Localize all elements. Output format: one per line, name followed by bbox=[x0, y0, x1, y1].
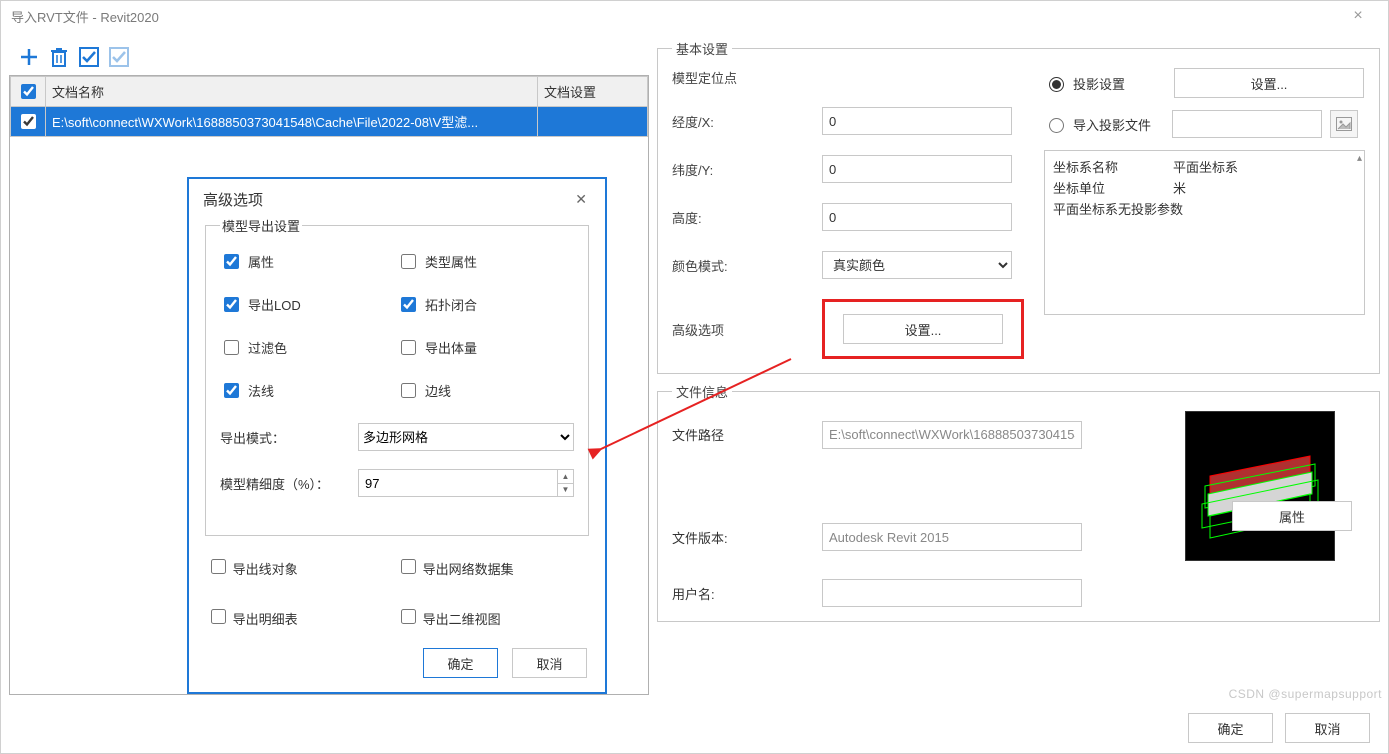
check-icon bbox=[78, 46, 100, 68]
longitude-label: 经度/X: bbox=[672, 112, 812, 131]
dialog-bottom-bar: 确定 取消 bbox=[1, 703, 1388, 753]
add-file-button[interactable] bbox=[17, 45, 41, 69]
cb-export-lod[interactable]: 导出LOD bbox=[220, 294, 397, 315]
latitude-input[interactable] bbox=[822, 155, 1012, 183]
color-mode-select[interactable]: 真实颜色 bbox=[822, 251, 1012, 279]
proj-info-val-1: 米 bbox=[1173, 178, 1356, 197]
export-mode-label: 导出模式： bbox=[220, 428, 350, 447]
delete-file-button[interactable] bbox=[47, 45, 71, 69]
file-version-label: 文件版本: bbox=[672, 528, 812, 547]
latitude-label: 纬度/Y: bbox=[672, 160, 812, 179]
projection-settings-button[interactable]: 设置... bbox=[1174, 68, 1364, 98]
anchor-label: 模型定位点 bbox=[672, 68, 812, 87]
radio-projection[interactable]: 投影设置 bbox=[1044, 74, 1164, 93]
cb-export-line-obj[interactable]: 导出线对象 bbox=[207, 556, 397, 578]
dialog-ok-button[interactable]: 确定 bbox=[1188, 713, 1273, 743]
spin-up[interactable]: ▲ bbox=[558, 470, 573, 484]
picture-icon bbox=[1336, 117, 1352, 131]
file-info-group: 文件信息 文件路径 bbox=[657, 382, 1380, 622]
color-mode-label: 颜色模式: bbox=[672, 256, 812, 275]
table-row[interactable]: E:\soft\connect\WXWork\1688850373041548\… bbox=[11, 107, 648, 137]
username-input[interactable] bbox=[822, 579, 1082, 607]
cb-export-mass[interactable]: 导出体量 bbox=[397, 337, 574, 358]
model-precision-input[interactable] bbox=[359, 470, 555, 496]
advanced-dialog-title: 高级选项 bbox=[203, 189, 263, 210]
username-label: 用户名: bbox=[672, 584, 812, 603]
import-rvt-window: 导入RVT文件 - Revit2020 × bbox=[0, 0, 1389, 754]
radio-import-projection[interactable]: 导入投影文件 bbox=[1044, 115, 1164, 134]
cb-export-schedule[interactable]: 导出明细表 bbox=[207, 606, 397, 628]
cb-type-attribute[interactable]: 类型属性 bbox=[397, 251, 574, 272]
row-checkbox[interactable] bbox=[21, 114, 36, 129]
check-blank-icon bbox=[108, 46, 130, 68]
trash-icon bbox=[49, 46, 69, 68]
export-settings-legend: 模型导出设置 bbox=[220, 216, 302, 235]
advanced-dialog-close[interactable]: ✕ bbox=[571, 189, 591, 210]
cb-attribute[interactable]: 属性 bbox=[220, 251, 397, 272]
window-title: 导入RVT文件 - Revit2020 bbox=[11, 7, 1338, 26]
file-attributes-button[interactable]: 属性 bbox=[1232, 501, 1352, 531]
advanced-settings-highlight: 设置... bbox=[822, 299, 1024, 359]
dialog-cancel-button[interactable]: 取消 bbox=[1285, 713, 1370, 743]
spin-down[interactable]: ▼ bbox=[558, 484, 573, 497]
advanced-options-dialog: 高级选项 ✕ 模型导出设置 属性 类型属性 导出LOD 拓扑闭合 过滤色 导出体… bbox=[187, 177, 607, 694]
col-settings-header: 文档设置 bbox=[538, 77, 648, 107]
col-name-header: 文档名称 bbox=[46, 77, 538, 107]
cb-topo-close[interactable]: 拓扑闭合 bbox=[397, 294, 574, 315]
altitude-label: 高度: bbox=[672, 208, 812, 227]
file-path-label: 文件路径 bbox=[672, 425, 812, 444]
uncheck-all-button[interactable] bbox=[107, 45, 131, 69]
plus-icon bbox=[18, 46, 40, 68]
browse-projection-button[interactable] bbox=[1330, 110, 1358, 138]
left-panel: 文档名称 文档设置 E:\soft\connect\WXWork\1688850… bbox=[9, 39, 649, 695]
row-settings-cell[interactable] bbox=[538, 107, 648, 137]
header-checkbox-cell[interactable] bbox=[11, 77, 46, 107]
advanced-ok-button[interactable]: 确定 bbox=[423, 648, 498, 678]
cb-filter-color[interactable]: 过滤色 bbox=[220, 337, 397, 358]
cb-export-network-dataset[interactable]: 导出网络数据集 bbox=[397, 556, 587, 578]
proj-info-val-0: 平面坐标系 bbox=[1173, 157, 1356, 176]
advanced-label: 高级选项 bbox=[672, 320, 812, 339]
titlebar: 导入RVT文件 - Revit2020 × bbox=[1, 1, 1388, 31]
proj-info-key-0: 坐标系名称 bbox=[1053, 157, 1173, 176]
proj-info-key-1: 坐标单位 bbox=[1053, 178, 1173, 197]
longitude-input[interactable] bbox=[822, 107, 1012, 135]
file-path-input[interactable] bbox=[822, 421, 1082, 449]
basic-settings-legend: 基本设置 bbox=[672, 39, 732, 58]
scroll-up-icon[interactable]: ▴ bbox=[1357, 153, 1362, 164]
header-checkbox[interactable] bbox=[21, 84, 36, 99]
file-thumbnail bbox=[1185, 411, 1335, 561]
window-close-button[interactable]: × bbox=[1338, 7, 1378, 25]
projection-info-box[interactable]: ▴ 坐标系名称 平面坐标系 坐标单位 米 平面坐标系无投影参数 bbox=[1044, 150, 1365, 315]
cb-edges[interactable]: 边线 bbox=[397, 380, 574, 401]
advanced-settings-button[interactable]: 设置... bbox=[843, 314, 1003, 344]
export-settings-group: 模型导出设置 属性 类型属性 导出LOD 拓扑闭合 过滤色 导出体量 法线 边线 bbox=[205, 216, 589, 536]
model-precision-spinner[interactable]: ▲▼ bbox=[358, 469, 574, 497]
check-all-button[interactable] bbox=[77, 45, 101, 69]
advanced-cancel-button[interactable]: 取消 bbox=[512, 648, 587, 678]
file-toolbar bbox=[9, 39, 649, 75]
cb-normals[interactable]: 法线 bbox=[220, 380, 397, 401]
basic-settings-group: 基本设置 模型定位点 经度/X: 纬度/Y: 高度: 颜色模式: 真实颜色 bbox=[657, 39, 1380, 374]
file-table: 文档名称 文档设置 E:\soft\connect\WXWork\1688850… bbox=[10, 76, 648, 137]
file-version-input[interactable] bbox=[822, 523, 1082, 551]
import-projection-path[interactable] bbox=[1172, 110, 1322, 138]
model-precision-label: 模型精细度（%）： bbox=[220, 474, 350, 493]
export-mode-select[interactable]: 多边形网格 bbox=[358, 423, 574, 451]
cb-export-2d-view[interactable]: 导出二维视图 bbox=[397, 606, 587, 628]
file-info-legend: 文件信息 bbox=[672, 382, 732, 401]
altitude-input[interactable] bbox=[822, 203, 1012, 231]
row-filename: E:\soft\connect\WXWork\1688850373041548\… bbox=[46, 107, 538, 137]
proj-info-key-2: 平面坐标系无投影参数 bbox=[1053, 199, 1356, 218]
